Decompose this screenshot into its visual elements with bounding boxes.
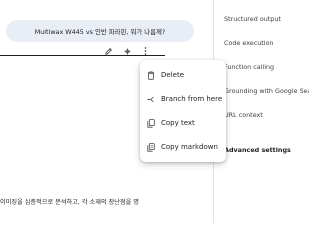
run-settings-panel: Structured output Code execution Functio… xyxy=(213,0,309,223)
menu-item-label: Copy text xyxy=(161,119,195,127)
menu-item-copy-text[interactable]: Copy text xyxy=(140,111,226,135)
menu-item-branch[interactable]: Branch from here xyxy=(140,87,226,111)
advanced-settings-heading[interactable]: Advanced settings xyxy=(224,146,291,154)
url-context-item[interactable]: URL context xyxy=(224,111,263,119)
code-execution-item[interactable]: Code execution xyxy=(224,39,274,47)
more-vert-icon[interactable] xyxy=(140,46,150,56)
user-message-bubble: Multiwax W445 vs 인반 파라핀, 뭐가 나름께? xyxy=(6,20,194,42)
menu-item-delete[interactable]: Delete xyxy=(140,63,226,87)
menu-item-label: Branch from here xyxy=(161,95,223,103)
sparkle-icon[interactable] xyxy=(122,46,132,56)
branch-icon xyxy=(146,95,155,104)
menu-item-label: Delete xyxy=(161,71,184,79)
trash-icon xyxy=(146,70,155,80)
menu-item-copy-markdown[interactable]: Copy markdown xyxy=(140,135,226,159)
user-message-text: Multiwax W445 vs 인반 파라핀, 뭐가 나름께? xyxy=(34,27,166,36)
response-text: 이미징을 심층적으로 분석하고, 각 소재의 장난점을 명 xyxy=(0,199,140,206)
grounding-item[interactable]: Grounding with Google Search xyxy=(224,87,309,95)
message-options-menu: Delete Branch from here Copy text Copy m… xyxy=(140,60,226,162)
menu-item-label: Copy markdown xyxy=(161,143,218,151)
edit-icon[interactable] xyxy=(103,46,113,56)
function-calling-item[interactable]: Function calling xyxy=(224,63,274,71)
copy-icon xyxy=(146,118,155,128)
copy-markdown-icon xyxy=(146,142,155,152)
structured-output-item[interactable]: Structured output xyxy=(224,15,281,23)
